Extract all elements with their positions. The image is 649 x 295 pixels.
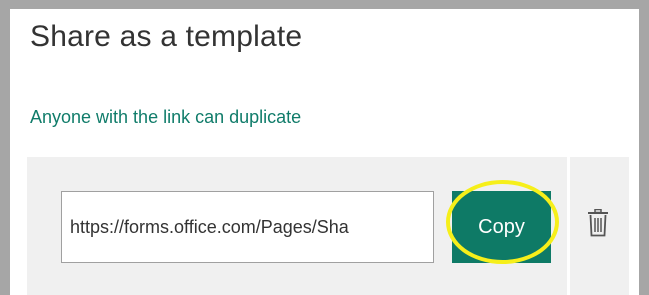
template-link-field[interactable] bbox=[61, 191, 434, 263]
share-permission-text: Anyone with the link can duplicate bbox=[30, 107, 302, 127]
trash-icon[interactable] bbox=[587, 209, 609, 237]
dialog-title: Share as a template bbox=[30, 20, 303, 53]
copy-button[interactable]: Copy bbox=[452, 191, 551, 263]
